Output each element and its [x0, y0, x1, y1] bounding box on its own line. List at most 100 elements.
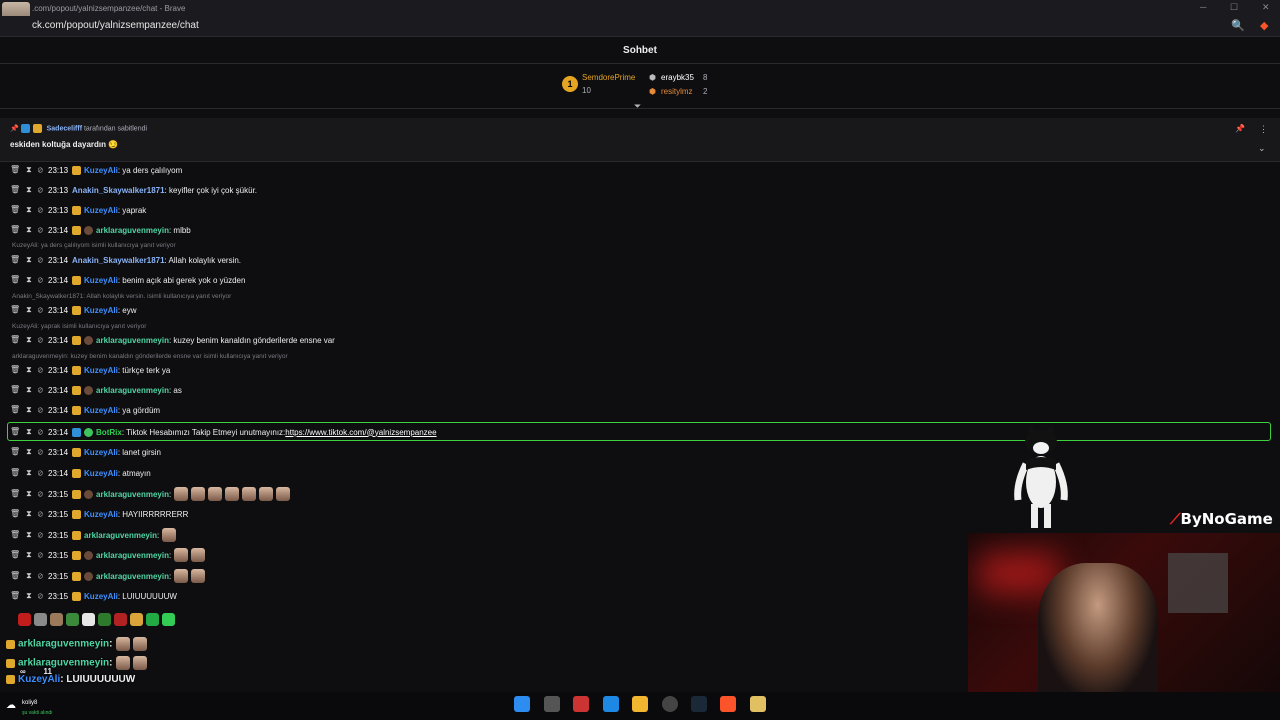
mod-actions-icon[interactable]: 🗑⧗⊘ [10, 275, 48, 285]
chat-message[interactable]: 🗑⧗⊘ 23:14 KuzeyAli: atmayın [10, 466, 151, 480]
leader-third-name[interactable]: resitylmz [661, 87, 693, 96]
zoom-icon[interactable]: 🔍 [1231, 19, 1245, 32]
emote-icon[interactable] [98, 613, 111, 626]
windows-start-icon[interactable] [514, 696, 530, 712]
emote-icon[interactable] [146, 613, 159, 626]
leader-first-name[interactable]: SemdorePrime [582, 73, 635, 82]
app-icon[interactable] [573, 696, 589, 712]
username[interactable]: arklaraguvenmeyin [96, 226, 169, 235]
mod-actions-icon[interactable]: 🗑⧗⊘ [10, 165, 48, 175]
username[interactable]: KuzeyAli [84, 592, 118, 601]
address-bar[interactable]: ck.com/popout/yalnizsempanzee/chat 🔍 ◆ [0, 16, 1280, 37]
username[interactable]: arklaraguvenmeyin [96, 386, 169, 395]
chat-message[interactable]: 🗑⧗⊘ 23:13 KuzeyAli: yaprak [10, 203, 146, 217]
chat-message[interactable]: 🗑⧗⊘ 23:14 KuzeyAli: lanet girsin [10, 445, 161, 459]
brave-shield-icon[interactable]: ◆ [1260, 19, 1268, 32]
mod-actions-icon[interactable]: 🗑⧗⊘ [10, 427, 48, 437]
emote-icon[interactable] [191, 487, 206, 501]
username[interactable]: arklaraguvenmeyin [96, 572, 169, 581]
tiktok-link[interactable]: https://www.tiktok.com/@yalnizsempanzee [285, 428, 436, 437]
username[interactable]: BotRix [96, 428, 122, 437]
emote-icon[interactable] [66, 613, 79, 626]
bot-message[interactable]: 🗑⧗⊘ 23:14 BotRix: Tiktok Hesabımızı Takip … [10, 425, 437, 439]
chat-message[interactable]: 🗑⧗⊘ 23:15 arklaraguvenmeyin: [10, 528, 177, 542]
username[interactable]: arklaraguvenmeyin [96, 551, 169, 560]
chat-message[interactable]: 🗑⧗⊘ 23:15 arklaraguvenmeyin: [10, 487, 291, 501]
emote-icon[interactable] [174, 487, 189, 501]
emote-icon[interactable] [259, 487, 274, 501]
mod-actions-icon[interactable]: 🗑⧗⊘ [10, 385, 48, 395]
chevron-down-icon[interactable]: ⌄ [1258, 143, 1266, 154]
emote-icon[interactable] [242, 487, 257, 501]
more-icon[interactable]: ⋮ [1259, 124, 1268, 135]
emote-icon[interactable] [130, 613, 143, 626]
mod-actions-icon[interactable]: 🗑⧗⊘ [10, 591, 48, 601]
minimize-icon[interactable]: ─ [1200, 2, 1206, 12]
emote-icon[interactable] [114, 613, 127, 626]
mod-actions-icon[interactable]: 🗑⧗⊘ [10, 571, 48, 581]
brave-icon[interactable] [720, 696, 736, 712]
chat-message[interactable]: 🗑⧗⊘ 23:14 KuzeyAli: ya gördüm [10, 403, 160, 417]
emote-icon[interactable] [174, 548, 189, 562]
username[interactable]: arklaraguvenmeyin [96, 336, 169, 345]
username[interactable]: Anakin_Skaywalker1871 [72, 256, 165, 265]
username[interactable]: KuzeyAli [84, 366, 118, 375]
chat-message[interactable]: 🗑⧗⊘ 23:15 KuzeyAli: LUIUUUUUUW [10, 589, 177, 603]
emote-icon[interactable] [225, 487, 240, 501]
collapse-icon[interactable]: ⏷ [634, 101, 641, 112]
mod-actions-icon[interactable]: 🗑⧗⊘ [10, 468, 48, 478]
username[interactable]: KuzeyAli [84, 276, 118, 285]
username[interactable]: KuzeyAli [84, 306, 118, 315]
mod-actions-icon[interactable]: 🗑⧗⊘ [10, 365, 48, 375]
mod-actions-icon[interactable]: 🗑⧗⊘ [10, 405, 48, 415]
emote-icon[interactable] [208, 487, 223, 501]
emote-icon[interactable] [191, 569, 206, 583]
emote-icon[interactable] [34, 613, 47, 626]
emote-icon[interactable] [276, 487, 291, 501]
mod-actions-icon[interactable]: 🗑⧗⊘ [10, 225, 48, 235]
username[interactable]: Anakin_Skaywalker1871 [72, 186, 165, 195]
chat-message[interactable]: 🗑⧗⊘ 23:14 arklaraguvenmeyin: as [10, 383, 182, 397]
steam-icon[interactable] [691, 696, 707, 712]
chat-message[interactable]: 🗑⧗⊘ 23:15 KuzeyAli: HAYIIRRRRRERR [10, 507, 188, 521]
username[interactable]: KuzeyAli [84, 166, 118, 175]
app-icon[interactable] [750, 696, 766, 712]
task-view-icon[interactable] [544, 696, 560, 712]
chat-message[interactable]: 🗑⧗⊘ 23:13 KuzeyAli: ya ders çalılıyom [10, 163, 182, 177]
emote-icon[interactable] [82, 613, 95, 626]
emote-icon[interactable] [18, 613, 31, 626]
chat-message[interactable]: 🗑⧗⊘ 23:14 arklaraguvenmeyin: kuzey benim k… [10, 333, 335, 347]
username[interactable]: KuzeyAli [84, 206, 118, 215]
chat-message[interactable]: 🗑⧗⊘ 23:15 arklaraguvenmeyin: [10, 569, 206, 583]
mod-actions-icon[interactable]: 🗑⧗⊘ [10, 305, 48, 315]
chat-message[interactable]: 🗑⧗⊘ 23:14 KuzeyAli: türkçe terk ya [10, 363, 170, 377]
username[interactable]: arklaraguvenmeyin [84, 531, 157, 540]
emote-icon[interactable] [162, 528, 177, 542]
mod-actions-icon[interactable]: 🗑⧗⊘ [10, 185, 48, 195]
close-icon[interactable]: ✕ [1262, 2, 1270, 13]
username[interactable]: KuzeyAli [84, 510, 118, 519]
username[interactable]: KuzeyAli [84, 406, 118, 415]
mod-actions-icon[interactable]: 🗑⧗⊘ [10, 255, 48, 265]
chat-message[interactable]: 🗑⧗⊘ 23:14 KuzeyAli: benim açık abi gerek y… [10, 273, 245, 287]
emote-icon[interactable] [174, 569, 189, 583]
chat-message[interactable]: 🗑⧗⊘ 23:14 KuzeyAli: eyw [10, 303, 137, 317]
app-icon[interactable] [603, 696, 619, 712]
mod-actions-icon[interactable]: 🗑⧗⊘ [10, 447, 48, 457]
leader-second-name[interactable]: eraybk35 [661, 73, 694, 82]
emote-icon[interactable] [191, 548, 206, 562]
chat-message[interactable]: 🗑⧗⊘ 23:14 Anakin_Skaywalker1871: Allah kol… [10, 253, 241, 267]
mod-actions-icon[interactable]: 🗑⧗⊘ [10, 489, 48, 499]
emote-icon[interactable] [162, 613, 175, 626]
emote-icon[interactable] [50, 613, 63, 626]
mod-actions-icon[interactable]: 🗑⧗⊘ [10, 509, 48, 519]
file-explorer-icon[interactable] [632, 696, 648, 712]
username[interactable]: KuzeyAli [84, 448, 118, 457]
chat-message[interactable]: 🗑⧗⊘ 23:14 arklaraguvenmeyin: mlbb [10, 223, 191, 237]
app-icon[interactable] [662, 696, 678, 712]
chat-message[interactable]: 🗑⧗⊘ 23:13 Anakin_Skaywalker1871: keyifler … [10, 183, 257, 197]
mod-actions-icon[interactable]: 🗑⧗⊘ [10, 205, 48, 215]
mod-actions-icon[interactable]: 🗑⧗⊘ [10, 335, 48, 345]
username[interactable]: arklaraguvenmeyin [96, 490, 169, 499]
mod-actions-icon[interactable]: 🗑⧗⊘ [10, 530, 48, 540]
